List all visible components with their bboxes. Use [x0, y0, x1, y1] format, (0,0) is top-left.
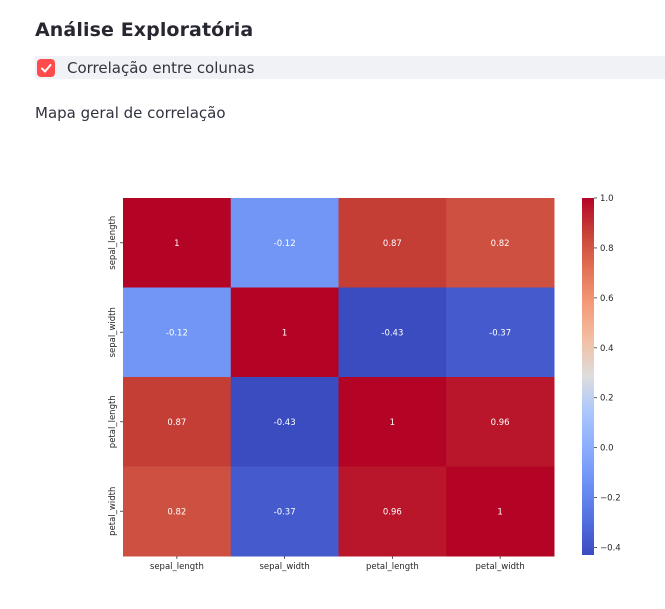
- cell-value-label: -0.43: [381, 328, 403, 338]
- cell-value-label: -0.37: [274, 507, 296, 517]
- colorbar-tick-label: 0.0: [600, 444, 614, 454]
- x-tick-label: petal_width: [476, 562, 525, 572]
- colorbar: [582, 198, 594, 555]
- cell-value-label: 1: [174, 239, 179, 249]
- cell-value-label: 1: [390, 418, 395, 428]
- colorbar-tick-label: 0.6: [600, 294, 614, 304]
- y-tick-label: petal_length: [108, 395, 118, 448]
- y-tick-label: sepal_width: [108, 307, 118, 357]
- x-tick-label: sepal_width: [259, 562, 309, 572]
- correlation-heatmap: 1 -0.12 0.87 0.82 -0.12 1 -0.43 -0.37 0.87 -0.43 1…: [108, 194, 621, 572]
- cell-value-label: 0.87: [383, 239, 402, 249]
- x-tick-label: petal_length: [366, 562, 419, 572]
- cell-value-label: -0.12: [166, 328, 188, 338]
- y-tick-label: petal_width: [108, 487, 118, 536]
- cell-value-label: 1: [497, 507, 502, 517]
- cell-value-label: 0.96: [491, 418, 510, 428]
- cell-value-label: -0.12: [274, 239, 296, 249]
- colorbar-tick-label: −0.4: [600, 544, 621, 554]
- cell-value-label: 0.96: [383, 507, 402, 517]
- cell-value-label: 0.87: [167, 418, 186, 428]
- x-tick-label: sepal_length: [150, 562, 204, 572]
- cell-value-label: -0.43: [274, 418, 296, 428]
- y-tick-label: sepal_length: [108, 216, 118, 270]
- cell-value-label: 0.82: [167, 507, 186, 517]
- colorbar-tick-label: 0.4: [600, 344, 614, 354]
- colorbar-tick-label: 0.8: [600, 244, 614, 254]
- colorbar-tick-label: 0.2: [600, 394, 614, 404]
- cell-value-label: 1: [282, 328, 287, 338]
- cell-value-label: 0.82: [491, 239, 510, 249]
- colorbar-tick-label: −0.2: [600, 494, 621, 504]
- cell-value-label: -0.37: [489, 328, 511, 338]
- colorbar-tick-label: 1.0: [600, 194, 614, 204]
